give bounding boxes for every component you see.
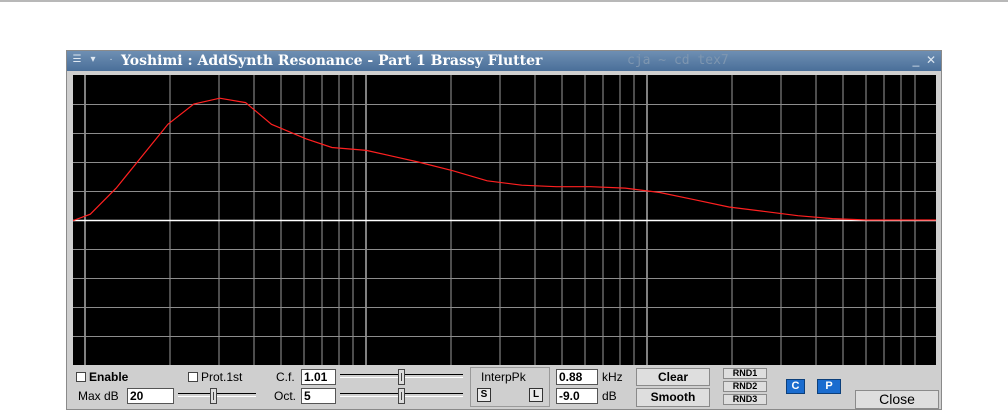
interppk-label: InterpPk [481, 370, 526, 384]
cf-slider-thumb[interactable] [398, 369, 405, 385]
enable-checkbox-box[interactable] [76, 372, 86, 382]
oct-value-field[interactable]: 5 [301, 388, 336, 404]
db-unit-label: dB [602, 389, 617, 403]
interp-l-button[interactable]: L [529, 388, 543, 402]
clear-button[interactable]: Clear [636, 368, 710, 386]
sticky-dot-icon[interactable]: · [105, 54, 117, 66]
resonance-curve[interactable] [73, 97, 936, 222]
prot1st-checkbox[interactable]: Prot.1st [188, 370, 242, 384]
prot1st-checkbox-box[interactable] [188, 372, 198, 382]
close-window-icon[interactable]: ✕ [924, 53, 938, 67]
window-title: Yoshimi : AddSynth Resonance - Part 1 Br… [121, 53, 543, 69]
close-button[interactable]: Close [855, 390, 939, 409]
maxdb-slider[interactable] [178, 388, 256, 404]
cf-slider[interactable] [340, 369, 463, 385]
cf-value-field[interactable]: 1.01 [301, 369, 336, 385]
maxdb-slider-track [178, 393, 256, 397]
prot1st-label: Prot.1st [201, 370, 243, 384]
background-terminal-text: cja ~ cd tex7 [627, 53, 729, 68]
interp-s-button[interactable]: S [477, 388, 491, 402]
rnd3-button[interactable]: RND3 [723, 394, 767, 405]
oct-slider[interactable] [340, 388, 463, 404]
cf-label: C.f. [276, 370, 295, 384]
db-value-field[interactable]: -9.0 [556, 388, 598, 404]
maxdb-slider-thumb[interactable] [210, 388, 217, 404]
maxdb-label: Max dB [78, 389, 119, 403]
shade-icon[interactable]: ▾ [87, 54, 99, 66]
window-menu-icon[interactable]: ☰ [71, 54, 83, 66]
khz-unit-label: kHz [602, 370, 623, 384]
top-divider [0, 0, 1008, 2]
minimize-icon[interactable]: _ [909, 53, 923, 67]
resonance-graph-svg[interactable] [73, 75, 936, 365]
enable-checkbox[interactable]: Enable [76, 370, 128, 384]
smooth-button[interactable]: Smooth [636, 388, 710, 407]
title-bar[interactable]: ☰ ▾ · Yoshimi : AddSynth Resonance - Par… [67, 51, 941, 71]
oct-label: Oct. [274, 389, 297, 403]
rnd1-button[interactable]: RND1 [723, 368, 767, 379]
enable-label: Enable [89, 370, 129, 384]
oct-slider-thumb[interactable] [398, 388, 405, 404]
khz-value-field[interactable]: 0.88 [556, 369, 598, 385]
resonance-graph[interactable] [73, 75, 936, 365]
resonance-window: ☰ ▾ · Yoshimi : AddSynth Resonance - Par… [66, 50, 942, 410]
p-button[interactable]: P [817, 379, 841, 394]
c-button[interactable]: C [786, 379, 805, 394]
rnd2-button[interactable]: RND2 [723, 381, 767, 392]
maxdb-value-field[interactable]: 20 [127, 388, 174, 404]
